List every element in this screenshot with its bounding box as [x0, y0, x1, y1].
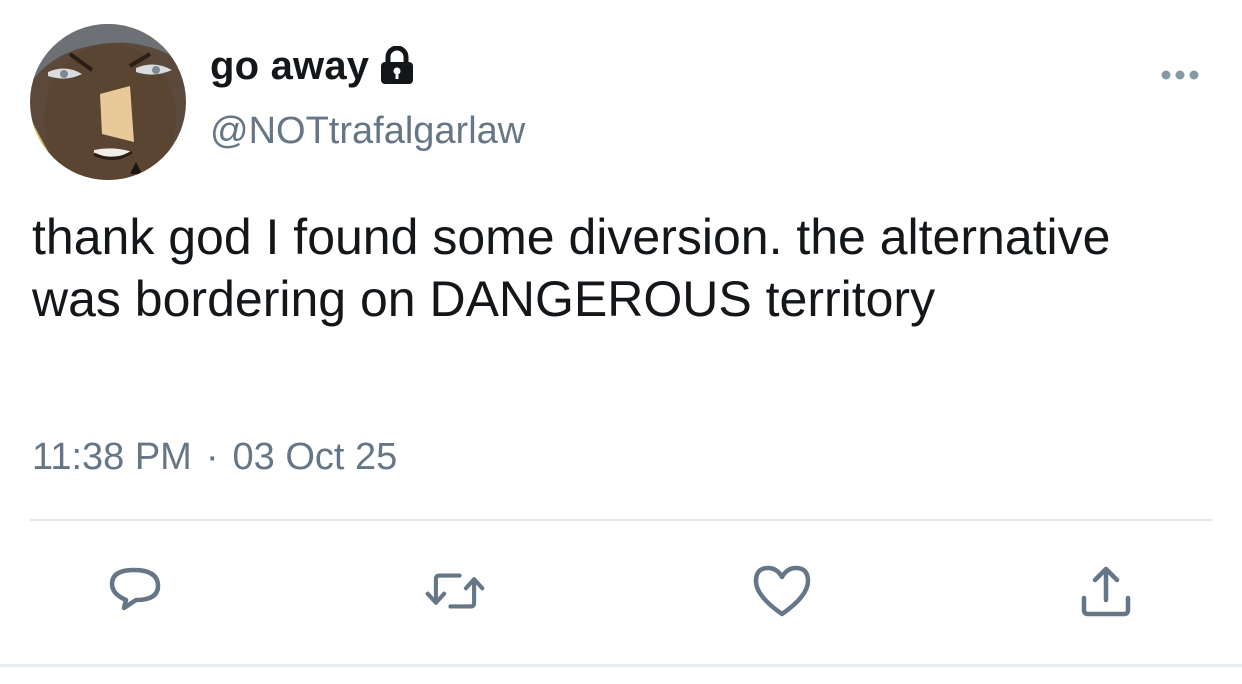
user-handle[interactable]: @NOTtrafalgarlaw — [210, 110, 525, 153]
heart-icon — [753, 565, 811, 617]
bottom-divider — [0, 664, 1242, 667]
divider — [30, 519, 1212, 521]
share-button[interactable] — [1076, 560, 1136, 622]
retweet-icon — [425, 573, 485, 609]
reply-button[interactable] — [105, 560, 165, 622]
share-icon — [1081, 566, 1131, 617]
display-name[interactable]: go away — [210, 44, 369, 89]
more-icon — [1161, 70, 1199, 80]
tweet-text: thank god I found some diversion. the al… — [32, 209, 1111, 327]
like-button[interactable] — [752, 560, 812, 622]
tweet-time: 11:38 PM — [32, 436, 192, 478]
retweet-button[interactable] — [425, 560, 485, 622]
reply-icon — [109, 567, 161, 611]
tweet-date: 03 Oct 25 — [232, 436, 398, 478]
meta-separator: · — [205, 436, 219, 478]
tweet-timestamp[interactable]: 11:38 PM · 03 Oct 25 — [32, 436, 397, 479]
more-options-button[interactable] — [1156, 60, 1204, 90]
avatar[interactable] — [30, 24, 186, 180]
author-row: go away — [210, 40, 415, 92]
lock-icon — [379, 45, 415, 86]
avatar-image — [30, 24, 186, 180]
